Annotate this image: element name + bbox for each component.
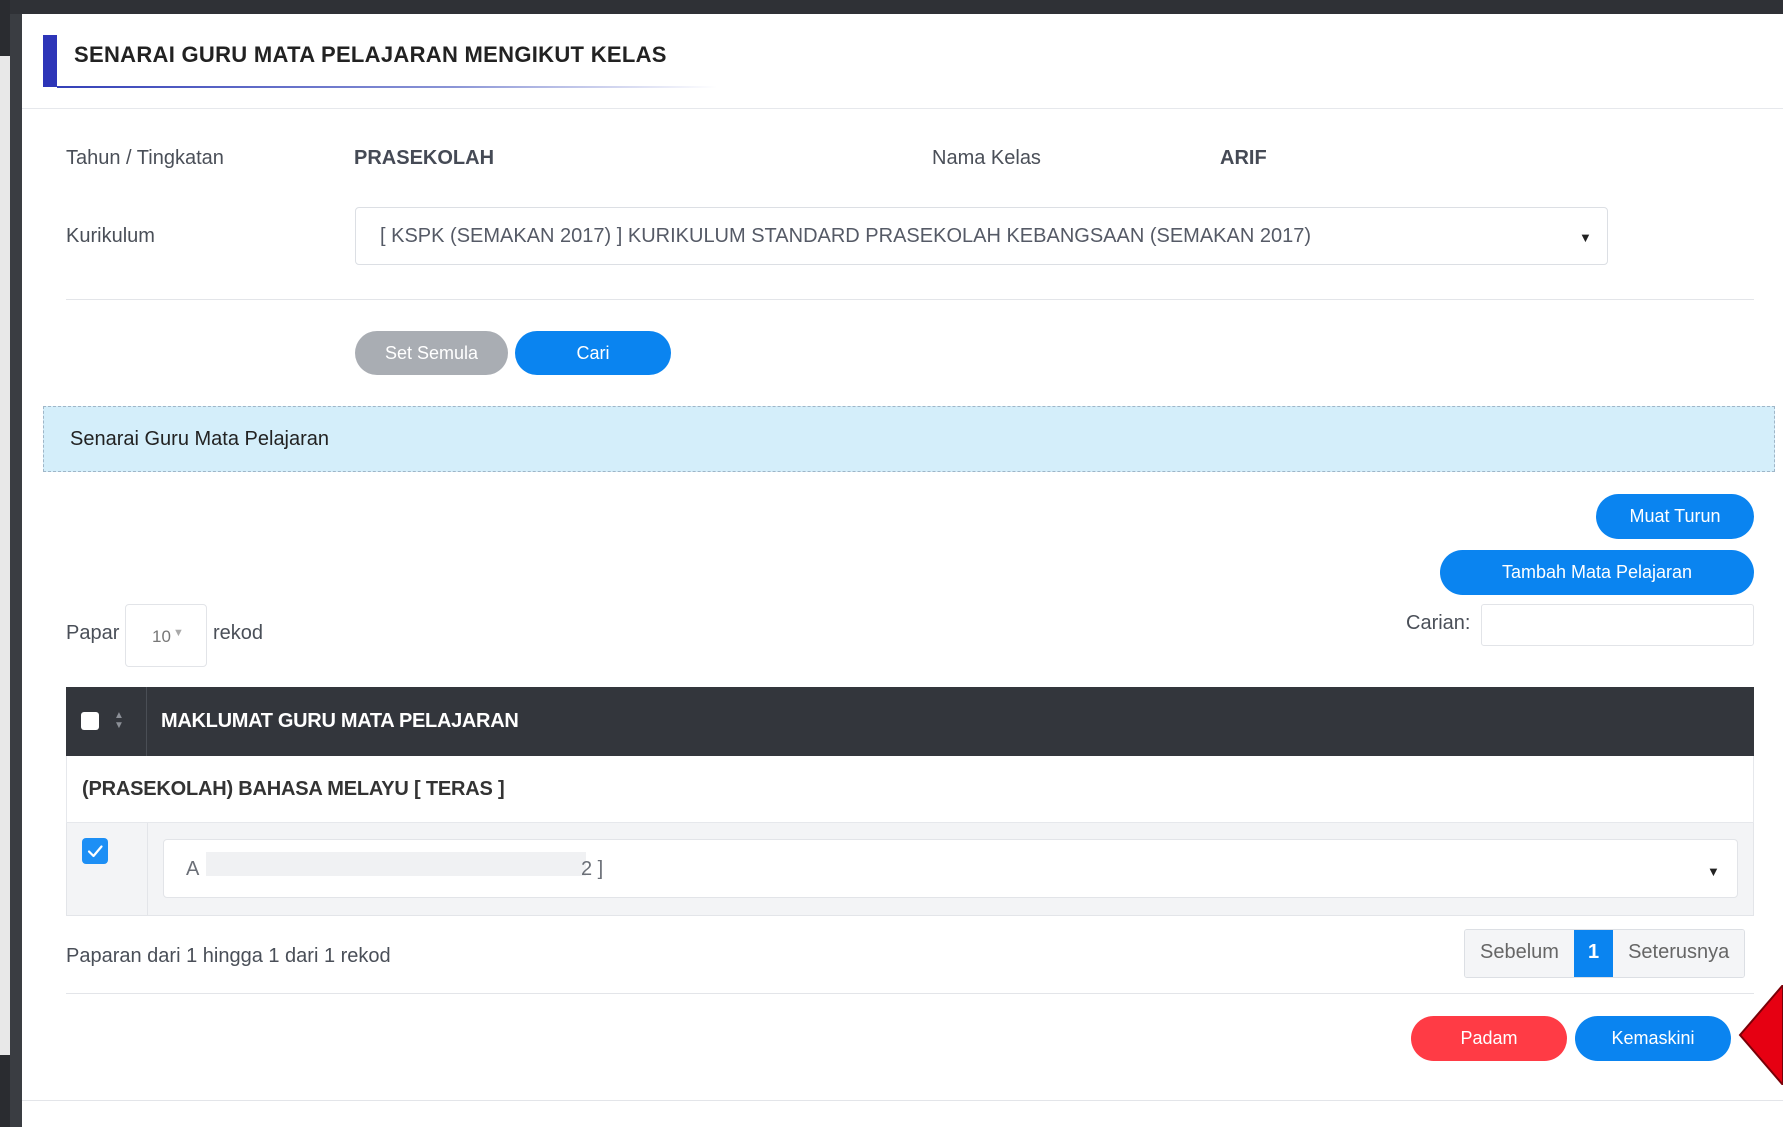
update-button[interactable]: Kemaskini — [1575, 1016, 1731, 1061]
modal-title: SENARAI GURU MATA PELAJARAN MENGIKUT KEL… — [74, 42, 667, 67]
search-button[interactable]: Cari — [515, 331, 671, 375]
background-page-edge — [0, 0, 10, 1127]
column-header[interactable]: MAKLUMAT GURU MATA PELAJARAN — [161, 710, 519, 733]
modal-dialog: SENARAI GURU MATA PELAJARAN MENGIKUT KEL… — [22, 14, 1783, 1127]
modal-footer-divider — [22, 1100, 1783, 1101]
page-length-select[interactable]: 10 ▼ — [125, 604, 207, 667]
table-info: Paparan dari 1 hingga 1 dari 1 rekod — [66, 945, 391, 967]
subject-group-row: (PRASEKOLAH) BAHASA MELAYU [ TERAS ] — [66, 756, 1754, 823]
form-divider — [66, 299, 1754, 300]
table-search-input[interactable] — [1481, 604, 1754, 646]
page-length-value: 10 — [152, 627, 171, 646]
section-title: Senarai Guru Mata Pelajaran — [70, 428, 330, 450]
background-shade — [0, 1055, 10, 1127]
download-button[interactable]: Muat Turun — [1596, 494, 1754, 539]
sort-icon[interactable]: ▲ ▼ — [114, 711, 124, 731]
select-all-checkbox[interactable] — [81, 712, 99, 730]
tahun-value: PRASEKOLAH — [354, 147, 495, 169]
chevron-down-icon: ▼ — [173, 627, 184, 639]
pagination: Sebelum 1 Seterusnya — [1464, 929, 1746, 978]
section-header-box: Senarai Guru Mata Pelajaran — [43, 406, 1775, 472]
teacher-value-end: 2 ] — [581, 858, 604, 880]
row-select-cell — [67, 823, 148, 915]
page-1-button[interactable]: 1 — [1573, 930, 1614, 977]
select-all-cell: ▲ ▼ — [66, 687, 147, 756]
kelas-label: Nama Kelas — [932, 147, 1041, 169]
next-page-button[interactable]: Seterusnya — [1613, 930, 1745, 977]
previous-page-button[interactable]: Sebelum — [1465, 930, 1574, 977]
kurikulum-selected-value: [ KSPK (SEMAKAN 2017) ] KURIKULUM STANDA… — [380, 225, 1312, 247]
reset-button[interactable]: Set Semula — [355, 331, 508, 375]
subject-group-title: (PRASEKOLAH) BAHASA MELAYU [ TERAS ] — [82, 778, 505, 800]
chevron-down-icon: ▼ — [1707, 864, 1720, 879]
table-row: A 2 ] ▼ — [66, 823, 1754, 916]
redacted-teacher-name — [206, 852, 586, 876]
add-subject-button[interactable]: Tambah Mata Pelajaran — [1440, 550, 1754, 595]
chevron-down-icon: ▼ — [1579, 230, 1592, 245]
table-search-label: Carian: — [1406, 612, 1471, 634]
show-entries-suffix: rekod — [213, 622, 264, 644]
background-shade — [0, 0, 10, 56]
check-icon — [87, 845, 103, 858]
modal-header: SENARAI GURU MATA PELAJARAN MENGIKUT KEL… — [22, 14, 1783, 109]
show-entries-prefix: Papar — [66, 622, 120, 644]
tahun-label: Tahun / Tingkatan — [66, 147, 224, 169]
row-checkbox[interactable] — [82, 838, 108, 864]
footer-divider — [66, 993, 1754, 994]
table-header-row: ▲ ▼ MAKLUMAT GURU MATA PELAJARAN — [66, 687, 1754, 756]
teacher-select[interactable]: A 2 ] ▼ — [163, 839, 1738, 898]
title-accent-bar — [43, 35, 57, 87]
title-underline — [57, 86, 717, 88]
teacher-value-start: A — [186, 858, 200, 880]
delete-button[interactable]: Padam — [1411, 1016, 1567, 1061]
kelas-value: ARIF — [1220, 147, 1267, 169]
kurikulum-select[interactable]: [ KSPK (SEMAKAN 2017) ] KURIKULUM STANDA… — [355, 207, 1608, 265]
red-pointer-arrow-icon — [1738, 985, 1783, 1085]
modal-backdrop-strip — [10, 0, 1783, 14]
kurikulum-label: Kurikulum — [66, 225, 155, 247]
